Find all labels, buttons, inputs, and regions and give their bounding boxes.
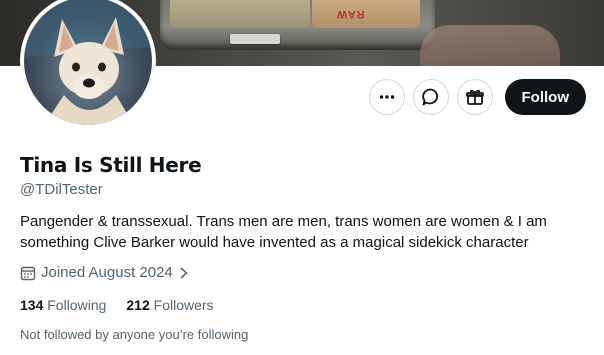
profile-display-name: Tina Is Still Here <box>20 153 202 177</box>
followers-link[interactable]: 212 Followers <box>126 297 213 313</box>
message-bubble-icon <box>421 88 438 106</box>
joined-label: Joined August 2024 <box>41 264 173 281</box>
avatar-image <box>24 0 152 125</box>
more-button[interactable] <box>368 79 405 115</box>
follow-button[interactable]: Follow <box>504 79 586 115</box>
following-link[interactable]: 134 Following <box>20 297 106 313</box>
following-label: Following <box>47 297 107 313</box>
avatar[interactable] <box>20 0 156 129</box>
banner-paper-pack <box>312 0 420 28</box>
profile-bio: Pangender & transsexual. Trans men are m… <box>20 213 547 251</box>
gift-icon <box>465 89 484 105</box>
calendar-icon <box>20 266 36 280</box>
following-count: 134 <box>20 297 44 313</box>
gift-button[interactable] <box>456 79 493 115</box>
banner-logo-text: RAW <box>336 8 365 20</box>
more-horizontal-icon <box>379 95 394 99</box>
banner-tin-hinge <box>230 34 280 44</box>
banner-paper-pack <box>170 0 310 28</box>
dog-avatar-illustration <box>24 0 152 125</box>
banner-hand <box>420 25 560 66</box>
profile-handle: @TDilTester <box>20 181 103 198</box>
profile-actions: Follow <box>368 79 586 115</box>
chevron-right-icon <box>180 266 188 279</box>
followers-label: Followers <box>153 297 214 313</box>
joined-date[interactable]: Joined August 2024 <box>20 264 190 281</box>
followed-by-note: Not followed by anyone you’re following <box>20 327 249 342</box>
follow-stats: 134 Following 212 Followers <box>20 297 214 313</box>
message-button[interactable] <box>412 79 449 115</box>
followers-count: 212 <box>126 297 150 313</box>
